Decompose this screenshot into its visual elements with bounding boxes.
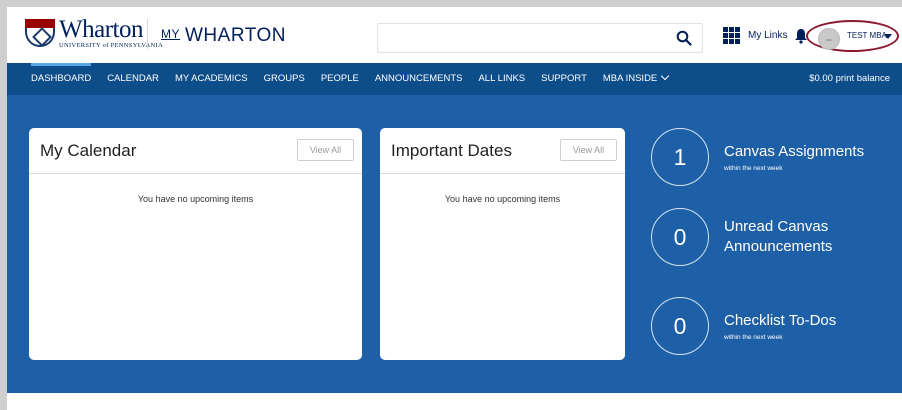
stat-canvas-assignments[interactable]: 1 Canvas Assignments within the next wee…: [651, 128, 864, 186]
app-title[interactable]: MY WHARTON: [161, 25, 286, 47]
app-title-text: WHARTON: [185, 25, 286, 46]
logo-divider: [147, 19, 148, 49]
stat-count: 1: [651, 128, 709, 186]
card-header: My Calendar View All: [29, 128, 362, 174]
nav-item-announcements[interactable]: ANNOUNCEMENTS: [367, 63, 471, 95]
nav-item-groups[interactable]: GROUPS: [256, 63, 313, 95]
search-box: [377, 23, 703, 53]
caret-down-icon[interactable]: [884, 34, 892, 39]
top-header: Wharton UNIVERSITY of PENNSYLVANIA MY WHA…: [7, 7, 902, 63]
dashboard-main: My Calendar View All You have no upcomin…: [7, 95, 902, 393]
nav-item-mba-inside-label: MBA INSIDE: [602, 73, 658, 84]
my-links-button[interactable]: My Links: [723, 27, 787, 44]
stat-subtitle: within the next week: [724, 334, 783, 341]
penn-shield-icon: [25, 19, 55, 48]
view-all-button[interactable]: View All: [297, 139, 354, 161]
card-title: Important Dates: [391, 141, 512, 160]
stat-unread-announcements[interactable]: 0 Unread Canvas Announcements: [651, 208, 854, 266]
stat-count: 0: [651, 297, 709, 355]
nav-item-calendar[interactable]: CALENDAR: [99, 63, 167, 95]
stat-title: Canvas Assignments: [724, 143, 865, 160]
nav-item-people[interactable]: PEOPLE: [313, 63, 367, 95]
search-icon[interactable]: [676, 30, 692, 46]
important-dates-card: Important Dates View All You have no upc…: [380, 128, 625, 360]
wharton-logo[interactable]: Wharton UNIVERSITY of PENNSYLVANIA: [25, 17, 163, 50]
nav-item-support[interactable]: SUPPORT: [533, 63, 595, 95]
print-balance[interactable]: $0.00 print balance: [809, 63, 890, 95]
user-name[interactable]: TEST MBA: [847, 31, 887, 40]
empty-message: You have no upcoming items: [137, 194, 254, 204]
empty-message: You have no upcoming items: [444, 194, 561, 204]
chevron-down-icon: [661, 71, 670, 81]
stat-count: 0: [651, 208, 709, 266]
card-header: Important Dates View All: [380, 128, 625, 174]
nav-item-my-academics[interactable]: MY ACADEMICS: [167, 63, 256, 95]
main-nav: DASHBOARD CALENDAR MY ACADEMICS GROUPS P…: [7, 63, 902, 95]
nav-item-all-links[interactable]: ALL LINKS: [470, 63, 533, 95]
stat-title: Unread Canvas Announcements: [724, 218, 833, 255]
search-input[interactable]: [378, 24, 668, 52]
stat-checklist-todos[interactable]: 0 Checklist To-Dos within the next week: [651, 297, 836, 355]
nav-item-dashboard[interactable]: DASHBOARD: [7, 63, 99, 95]
app-title-prefix: MY: [161, 27, 180, 41]
stat-subtitle: within the next week: [724, 165, 783, 172]
stat-title: Checklist To-Dos: [724, 312, 837, 329]
card-title: My Calendar: [40, 141, 137, 160]
my-links-label: My Links: [748, 30, 788, 41]
nav-item-mba-inside[interactable]: MBA INSIDE: [595, 63, 676, 95]
avatar[interactable]: MBA: [818, 28, 840, 50]
grid-icon: [723, 27, 740, 44]
view-all-button[interactable]: View All: [560, 139, 617, 161]
my-calendar-card: My Calendar View All You have no upcomin…: [29, 128, 362, 360]
